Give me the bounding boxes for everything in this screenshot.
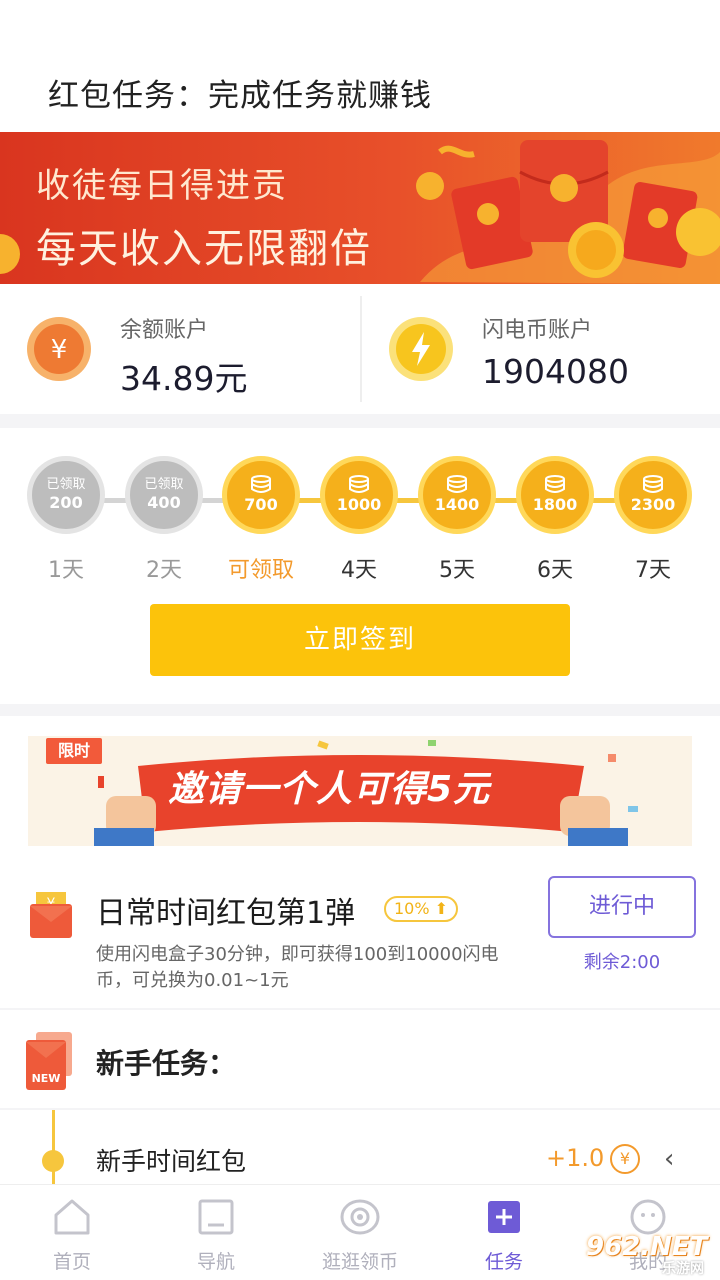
coin-value: 1904080 (482, 352, 629, 391)
profile-icon (630, 1199, 666, 1235)
invite-headline: 邀请一个人可得5元 (168, 769, 491, 810)
day-label: 4天 (341, 558, 377, 583)
page-title: 红包任务：完成任务就赚钱 (48, 78, 432, 114)
day-label: 7天 (635, 558, 671, 583)
task-section: 限时 邀请一个人可得5元 ¥ 日常时间红包第1弹 10% ⬆ 使用闪电盒子30分… (0, 716, 720, 1008)
signin-day-4: 1000 (320, 456, 398, 534)
day-label: 1天 (48, 558, 84, 583)
signin-button[interactable]: 立即签到 (150, 604, 570, 676)
signin-day-5: 1400 (418, 456, 496, 534)
tab-label: 逛逛领币 (321, 1251, 398, 1273)
newbie-task-name: 新手时间红包 (96, 1147, 247, 1176)
remaining-time: 剩余2:00 (583, 952, 661, 973)
in-progress-button[interactable]: 进行中 (548, 876, 696, 938)
coin-account[interactable]: 闪电币账户 1904080 (362, 284, 720, 414)
navigation-icon (198, 1199, 234, 1235)
svg-text:NEW: NEW (32, 1072, 61, 1085)
timeline-dot (42, 1150, 64, 1172)
tab-label: 导航 (196, 1251, 235, 1273)
task-title: 日常时间红包第1弹 (96, 896, 356, 931)
tab-label: 首页 (52, 1251, 91, 1273)
banner-subheadline: 每天收入无限翻倍 (36, 226, 372, 272)
signin-day-3[interactable]: 700 (222, 456, 300, 534)
yuan-coin-icon: ¥ (27, 317, 91, 381)
bonus-percent-badge: 10% ⬆ (384, 896, 459, 922)
day-label: 2天 (146, 558, 182, 583)
home-icon (54, 1199, 90, 1235)
page-header: 红包任务：完成任务就赚钱 (0, 0, 720, 132)
tab-browse-earn[interactable]: 逛逛领币 (288, 1185, 432, 1280)
reward-amount: +1.0 (546, 1144, 605, 1172)
signin-day-7: 2300 (614, 456, 692, 534)
signin-day-2: 已领取 400 (125, 456, 203, 534)
balance-label: 余额账户 (120, 318, 209, 343)
daily-signin-section: 已领取 200 已领取 400 700 1000 1400 1800 2300 1 (0, 428, 720, 704)
task-description: 使用闪电盒子30分钟，即可获得100到10000闪电币，可兑换为0.01~1元 (96, 944, 499, 991)
invite-banner[interactable]: 限时 邀请一个人可得5元 (28, 736, 692, 846)
yuan-icon: ¥ (610, 1144, 640, 1174)
tab-home[interactable]: 首页 (0, 1185, 144, 1280)
account-summary: ¥ 余额账户 34.89元 闪电币账户 1904080 (0, 284, 720, 414)
banner-headline: 收徒每日得进贡 (36, 166, 288, 206)
day-label: 6天 (537, 558, 573, 583)
coin-stack-icon (643, 475, 663, 493)
balance-value: 34.89元 (120, 359, 248, 398)
task-icon (488, 1201, 520, 1233)
tab-navigation[interactable]: 导航 (144, 1185, 288, 1280)
coin-label: 闪电币账户 (482, 318, 593, 343)
tab-label: 任务 (484, 1251, 523, 1273)
svg-text:¥: ¥ (51, 335, 68, 365)
day-label: 可领取 (227, 558, 294, 583)
new-badge-icon: NEW (26, 1032, 72, 1090)
tab-tasks[interactable]: 任务 (432, 1185, 576, 1280)
chevron-left-icon[interactable]: ‹ (664, 1144, 674, 1174)
eye-icon (340, 1199, 380, 1235)
coin-stack-icon (447, 475, 467, 493)
daily-time-red-packet-task: ¥ 日常时间红包第1弹 10% ⬆ 使用闪电盒子30分钟，即可获得100到100… (0, 866, 720, 1006)
red-envelope-icon: ¥ (30, 892, 72, 938)
signin-day-1: 已领取 200 (27, 456, 105, 534)
newbie-task-title: 新手任务： (96, 1047, 237, 1080)
lightning-coin-icon (389, 317, 453, 381)
promo-banner[interactable]: 收徒每日得进贡 每天收入无限翻倍 (0, 132, 720, 284)
coin-stack-icon (349, 475, 369, 493)
signin-day-6: 1800 (516, 456, 594, 534)
site-watermark: 962.NET 乐游网 (586, 1232, 708, 1277)
coin-stack-icon (545, 475, 565, 493)
newbie-task-item[interactable]: 新手时间红包 +1.0 ¥ ‹ (0, 1110, 720, 1184)
balance-account[interactable]: ¥ 余额账户 34.89元 (0, 284, 360, 414)
arrow-up-icon: ⬆ (429, 899, 449, 918)
day-label: 5天 (439, 558, 475, 583)
timeline-line (52, 1110, 55, 1184)
coin-stack-icon (251, 475, 271, 493)
newbie-task-header: NEW 新手任务： (0, 1010, 720, 1108)
limited-time-badge: 限时 (46, 738, 102, 764)
